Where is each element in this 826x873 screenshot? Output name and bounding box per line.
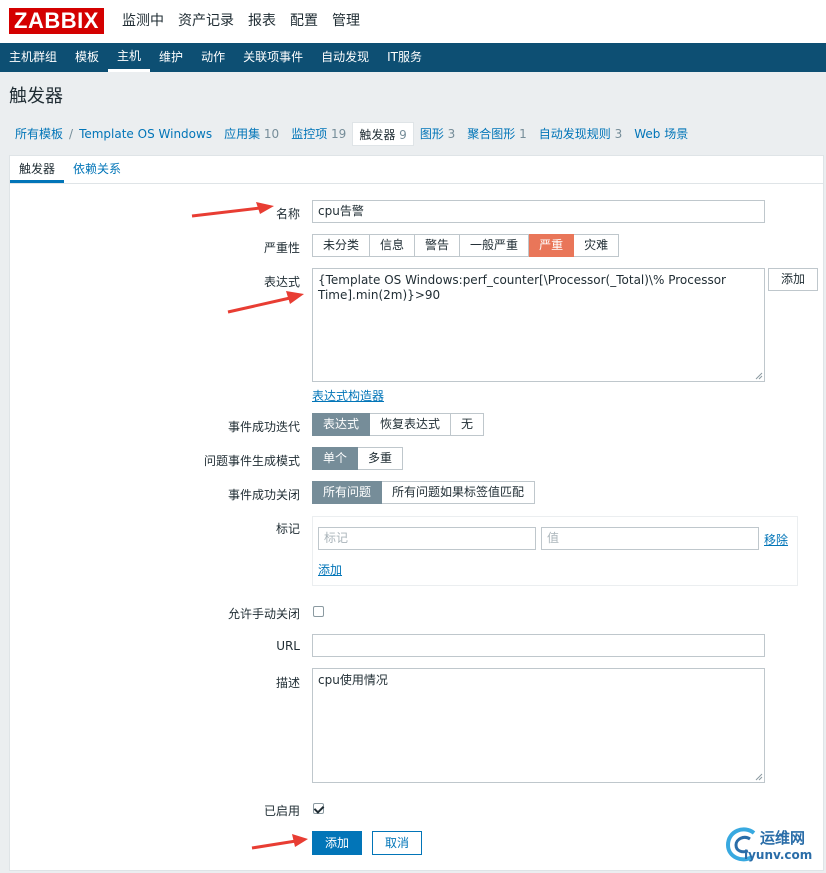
expression-add-button[interactable]: 添加 — [768, 268, 819, 291]
tags-label: 标记 — [275, 522, 300, 536]
page-title: 触发器 — [9, 86, 63, 107]
top-header: ZABBIX 监测中 资产记录 报表 配置 管理 — [0, 0, 826, 43]
ok-close-tag-match[interactable]: 所有问题如果标签值匹配 — [382, 481, 536, 504]
description-label: 描述 — [275, 676, 300, 690]
expression-label: 表达式 — [263, 275, 300, 289]
breadcrumb-template[interactable]: Template OS Windows — [73, 122, 218, 146]
severity-high[interactable]: 严重 — [529, 234, 575, 257]
watermark-title: 运维网 — [760, 829, 806, 847]
tag-add-link[interactable]: 添加 — [318, 561, 342, 578]
watermark-url: iyunv.com — [744, 848, 813, 862]
sub-menu-it-services[interactable]: IT服务 — [378, 43, 431, 72]
sub-menu-event-correlation[interactable]: 关联项事件 — [234, 43, 312, 72]
sub-menu: 主机群组 模板 主机 维护 动作 关联项事件 自动发现 IT服务 — [0, 43, 826, 72]
severity-selector: 未分类 信息 警告 一般严重 严重 灾难 — [312, 234, 620, 257]
breadcrumb-triggers[interactable]: 触发器 9 — [352, 122, 414, 146]
tags-container: 标记 值 移除 添加 — [312, 516, 798, 586]
ok-event-label: 事件成功迭代 — [227, 420, 300, 434]
breadcrumb-graphs[interactable]: 图形 3 — [414, 122, 461, 146]
expression-text: {Template OS Windows:perf_counter[\Proce… — [318, 273, 726, 302]
severity-information[interactable]: 信息 — [370, 234, 416, 257]
main-menu: 监测中 资产记录 报表 配置 管理 — [122, 0, 374, 43]
tag-remove-link[interactable]: 移除 — [764, 531, 788, 548]
expression-builder-link[interactable]: 表达式构造器 — [312, 387, 384, 404]
cancel-button[interactable]: 取消 — [372, 831, 423, 855]
enabled-label: 已启用 — [263, 804, 300, 818]
ok-close-selector: 所有问题 所有问题如果标签值匹配 — [312, 481, 536, 504]
breadcrumb-applications[interactable]: 应用集 10 — [218, 122, 285, 146]
manual-close-checkbox[interactable] — [313, 606, 324, 617]
breadcrumb-screens[interactable]: 聚合图形 1 — [461, 122, 532, 146]
main-menu-inventory[interactable]: 资产记录 — [178, 0, 234, 43]
breadcrumb-items[interactable]: 监控项 19 — [285, 122, 352, 146]
ok-close-all-problems[interactable]: 所有问题 — [312, 481, 383, 504]
expression-textarea[interactable]: {Template OS Windows:perf_counter[\Proce… — [312, 268, 765, 382]
url-input[interactable] — [312, 634, 765, 657]
form-tabs: 触发器 依赖关系 — [10, 156, 823, 184]
trigger-form-panel: 触发器 依赖关系 名称 cpu告警 严重性 未分类 信息 警告 一般严重 严重 … — [9, 155, 824, 871]
arrow-icon — [227, 291, 304, 314]
tag-value-placeholder: 值 — [547, 531, 560, 545]
ok-event-expression[interactable]: 表达式 — [312, 413, 371, 436]
resize-handle-icon[interactable] — [755, 372, 763, 380]
severity-disaster[interactable]: 灾难 — [574, 234, 620, 257]
breadcrumb: 所有模板 / Template OS Windows 应用集 10 监控项 19… — [9, 121, 694, 147]
main-menu-reports[interactable]: 报表 — [248, 0, 276, 43]
problem-mode-selector: 单个 多重 — [312, 447, 404, 470]
sub-menu-templates[interactable]: 模板 — [66, 43, 108, 72]
ok-event-none[interactable]: 无 — [451, 413, 485, 436]
tag-value-input[interactable]: 值 — [541, 527, 759, 550]
tag-input[interactable]: 标记 — [318, 527, 536, 550]
severity-warning[interactable]: 警告 — [415, 234, 461, 257]
description-textarea[interactable]: cpu使用情况 — [312, 668, 765, 783]
enabled-checkbox[interactable] — [313, 803, 324, 814]
problem-mode-label: 问题事件生成模式 — [203, 454, 300, 468]
url-label: URL — [276, 639, 300, 653]
breadcrumb-all-templates[interactable]: 所有模板 — [9, 122, 69, 146]
description-text: cpu使用情况 — [318, 673, 388, 687]
main-menu-administration[interactable]: 管理 — [332, 0, 360, 43]
sub-menu-hosts[interactable]: 主机 — [108, 43, 151, 72]
severity-not-classified[interactable]: 未分类 — [312, 234, 371, 257]
breadcrumb-web-scenarios[interactable]: Web 场景 — [628, 122, 694, 146]
severity-average[interactable]: 一般严重 — [460, 234, 530, 257]
sub-menu-maintenance[interactable]: 维护 — [150, 43, 192, 72]
arrow-icon — [191, 202, 274, 218]
ok-event-selector: 表达式 恢复表达式 无 — [312, 413, 485, 436]
add-button[interactable]: 添加 — [312, 831, 363, 855]
severity-label: 严重性 — [263, 241, 300, 255]
main-menu-configuration[interactable]: 配置 — [290, 0, 318, 43]
sub-menu-actions[interactable]: 动作 — [192, 43, 234, 72]
arrow-icon — [251, 834, 308, 850]
sub-menu-discovery[interactable]: 自动发现 — [312, 43, 378, 72]
ok-event-recovery-expression[interactable]: 恢复表达式 — [370, 413, 452, 436]
tag-placeholder: 标记 — [324, 531, 349, 545]
breadcrumb-discovery-rules[interactable]: 自动发现规则 3 — [533, 122, 628, 146]
site-watermark: 运维网 iyunv.com — [724, 823, 824, 868]
tab-dependencies[interactable]: 依赖关系 — [64, 156, 130, 183]
name-label: 名称 — [275, 207, 300, 221]
problem-mode-multiple[interactable]: 多重 — [358, 447, 404, 470]
sub-menu-host-groups[interactable]: 主机群组 — [0, 43, 66, 72]
name-input[interactable]: cpu告警 — [312, 200, 765, 223]
problem-mode-single[interactable]: 单个 — [312, 447, 359, 470]
tab-trigger[interactable]: 触发器 — [10, 156, 65, 183]
zabbix-logo[interactable]: ZABBIX — [9, 8, 104, 34]
main-menu-monitoring[interactable]: 监测中 — [122, 0, 164, 43]
ok-close-label: 事件成功关闭 — [227, 488, 300, 502]
manual-close-label: 允许手动关闭 — [227, 607, 300, 621]
resize-handle-icon[interactable] — [755, 773, 763, 781]
